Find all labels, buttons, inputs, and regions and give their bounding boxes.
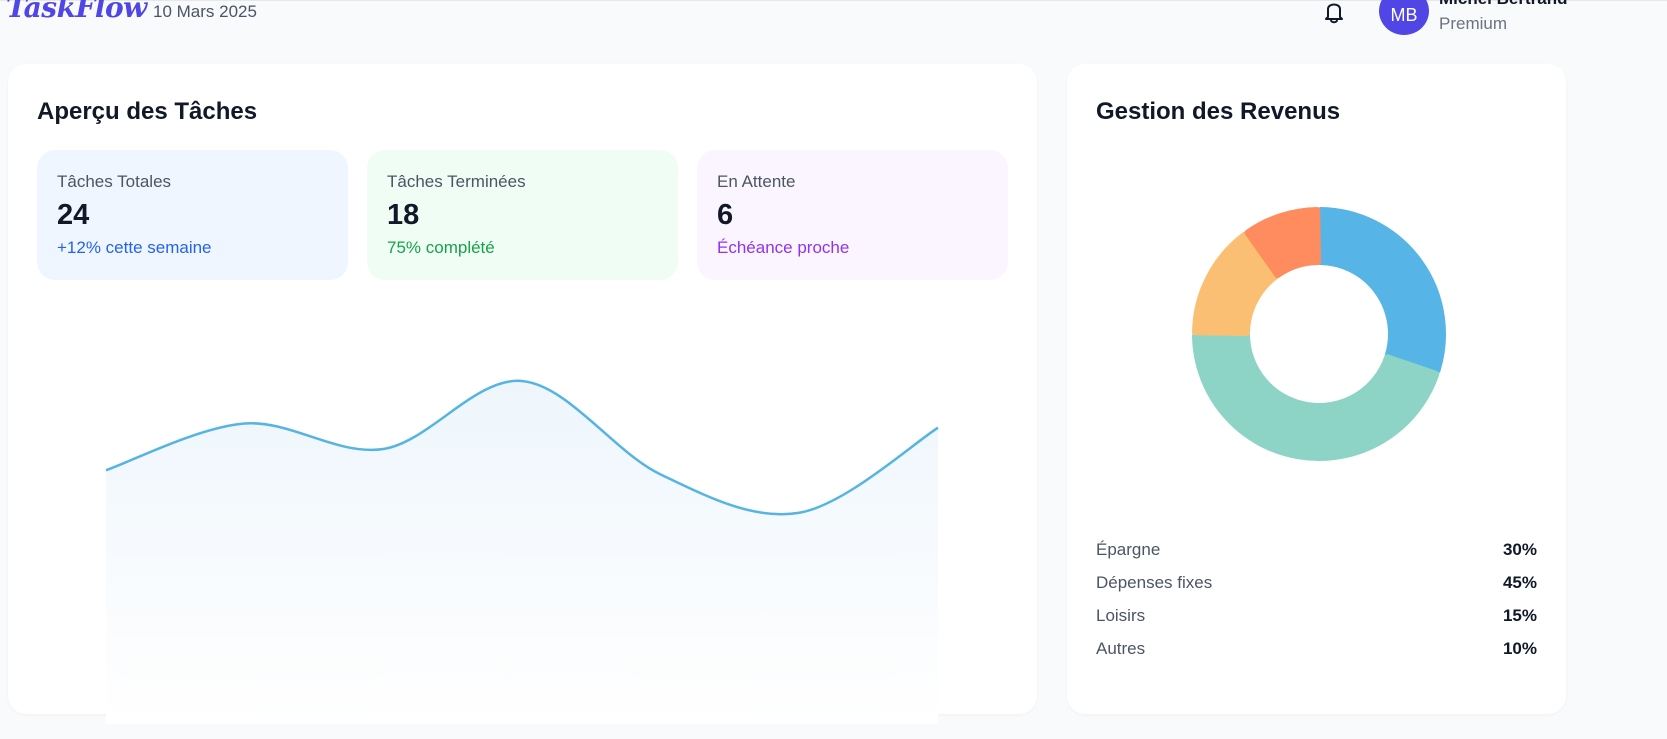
stat-note: Échéance proche	[717, 238, 850, 257]
donut-slice-1[interactable]	[1317, 207, 1446, 374]
revenue-donut-chart	[1179, 194, 1459, 474]
legend-value: 45%	[1502, 573, 1537, 592]
revenue-card: Gestion des Revenus Épargne 30% Dépenses…	[1067, 64, 1566, 714]
legend-row-others: Autres 10%	[1096, 639, 1537, 669]
top-header: TaskFlow 10 Mars 2025 MB Michel Bertrand…	[0, 0, 1667, 48]
stat-label: Tâches Terminées	[387, 172, 526, 191]
app-logo[interactable]: TaskFlow	[6, 0, 147, 24]
legend-row-savings: Épargne 30%	[1096, 540, 1537, 570]
stat-value: 24	[57, 199, 90, 231]
legend-value: 10%	[1502, 639, 1537, 658]
legend-row-fixed-expenses: Dépenses fixes 45%	[1096, 573, 1537, 603]
legend-label: Épargne	[1096, 540, 1161, 559]
tasks-area-chart	[8, 294, 1037, 734]
user-plan: Premium	[1439, 14, 1508, 33]
avatar[interactable]: MB	[1379, 0, 1429, 35]
notification-bell-icon[interactable]	[1320, 0, 1348, 25]
tasks-card-title: Aperçu des Tâches	[37, 98, 258, 125]
stat-note: +12% cette semaine	[57, 238, 212, 257]
stat-label: En Attente	[717, 172, 796, 191]
stat-card-pending[interactable]: En Attente 6 Échéance proche	[697, 150, 1008, 280]
legend-value: 15%	[1502, 606, 1537, 625]
stat-card-total[interactable]: Tâches Totales 24 +12% cette semaine	[37, 150, 348, 280]
stat-value: 18	[387, 199, 420, 231]
stat-card-completed[interactable]: Tâches Terminées 18 75% complété	[367, 150, 678, 280]
stat-value: 6	[717, 199, 734, 231]
stat-label: Tâches Totales	[57, 172, 172, 191]
legend-label: Dépenses fixes	[1096, 573, 1213, 592]
current-date: 10 Mars 2025	[153, 2, 257, 21]
legend-label: Loisirs	[1096, 606, 1146, 625]
area-fill	[106, 380, 938, 724]
legend-label: Autres	[1096, 639, 1146, 658]
donut-chart-svg	[1192, 207, 1446, 461]
stat-note: 75% complété	[387, 238, 495, 257]
revenue-card-title: Gestion des Revenus	[1096, 98, 1341, 125]
legend-row-leisure: Loisirs 15%	[1096, 606, 1537, 636]
user-name: Michel Bertrand	[1439, 0, 1567, 9]
legend-value: 30%	[1502, 540, 1537, 559]
area-chart-svg	[105, 379, 939, 724]
tasks-overview-card: Aperçu des Tâches Tâches Totales 24 +12%…	[8, 64, 1037, 724]
